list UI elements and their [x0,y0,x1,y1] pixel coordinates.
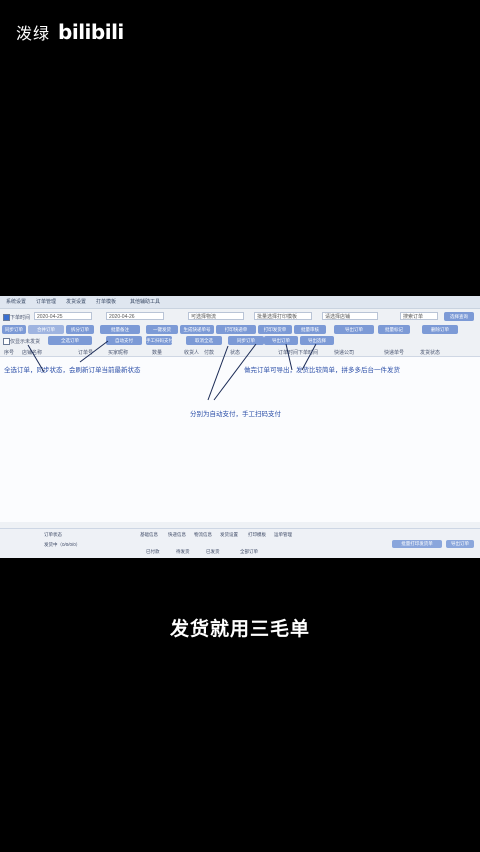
delete-orders-button[interactable]: 删除订单 [422,325,458,334]
col-paid[interactable]: 付款 [204,349,214,356]
filter-row: 下单时间 2020-04-25 2020-04-26 可选择物流 批量选择打印模… [0,312,480,322]
gen-tracking-button[interactable]: 生成快递单号 [180,325,214,334]
date-from-field[interactable]: 2020-04-25 [34,312,92,320]
manual-pay-button-a[interactable]: 手工扫码支付 [146,336,172,345]
annotation-export: 做完订单可导出，发货比较简单，拼多多后台一件发货 [244,367,400,374]
batch-mark-button[interactable]: 批量标记 [378,325,410,334]
tab-print-template[interactable]: 打印模板 [248,532,266,538]
col-buyer[interactable]: 买家昵称 [108,349,128,356]
export-selection-button[interactable]: 导出选择 [300,336,334,345]
col-receiver[interactable]: 收货人 [184,349,199,356]
orders-grid[interactable] [0,356,480,522]
batch-review-button[interactable]: 批量审核 [294,325,326,334]
col-courier[interactable]: 快递公司 [334,349,354,356]
one-click-ship-button[interactable]: 一键发货 [146,325,178,334]
col-order-no[interactable]: 订单号 [78,349,93,356]
filter-paid[interactable]: 已付款 [146,549,160,555]
menu-item-ship[interactable]: 发货设置 [66,298,86,305]
filter-pending[interactable]: 待发货 [176,549,190,555]
video-caption: 发货就用三毛单 [169,619,310,640]
split-orders-button[interactable]: 拆分订单 [66,325,94,334]
select-all-button[interactable]: 全选订单 [48,336,92,345]
toolbar-row-2: 仅显示未发货 全选订单 自动支付 手工扫码支付 取消全选 同步订单 导出订单 导… [0,336,480,346]
order-time-checkbox[interactable] [3,314,10,321]
filter-all[interactable]: 全部订单 [240,549,258,555]
menu-item-system[interactable]: 系统设置 [6,298,26,305]
menu-bar: 系统设置 订单管理 发货设置 打单模板 其他辅助工具 [0,296,480,309]
menu-item-tools[interactable]: 其他辅助工具 [130,298,160,305]
sync-orders-button[interactable]: 同步订单 [2,325,26,334]
search-input[interactable]: 搜索订单 [400,312,438,320]
export-orders-button-2[interactable]: 导出订单 [264,336,298,345]
unshipped-checkbox[interactable] [3,338,10,345]
deselect-all-button[interactable]: 取消全选 [186,336,222,345]
menu-item-orders[interactable]: 订单管理 [36,298,56,305]
auto-pay-button[interactable]: 自动支付 [106,336,142,345]
watermark-brand-cn: 泼绿 [16,26,51,43]
col-ship-status[interactable]: 发货状态 [420,349,440,356]
export-orders-button[interactable]: 导出订单 [334,325,374,334]
order-time-label: 下单时间 [10,315,31,321]
print-invoice-button[interactable]: 打印发货单 [258,325,292,334]
sync-orders-button-2[interactable]: 同步订单 [228,336,264,345]
col-index[interactable]: 序号 [4,349,14,356]
search-button[interactable]: 选择查询 [444,312,474,321]
app-screenshot: 系统设置 订单管理 发货设置 打单模板 其他辅助工具 下单时间 2020-04-… [0,296,480,558]
tab-basic[interactable]: 基础信息 [140,532,158,538]
print-express-button[interactable]: 打印快递单 [216,325,256,334]
unshipped-label: 仅显示未发货 [10,339,41,345]
order-status-label: 订单状态 [44,532,62,537]
column-header-row: 序号 店铺名称 订单号 买家昵称 数量 收货人 付款 状态 订单时间 下单时间 … [0,348,480,356]
shop-select[interactable]: 请选择店铺 [322,312,378,320]
col-place-time[interactable]: 下单时间 [298,349,318,356]
template-select[interactable]: 批量选择打印模板 [254,312,312,320]
watermark-logo: 泼绿 bilibili [16,20,124,44]
watermark-brand-logo: bilibili [58,20,124,44]
col-shop[interactable]: 店铺名称 [22,349,42,356]
bottom-panel: 订单状态 发货中（0/0/0/0） 基础信息 快递信息 物流信息 发货设置 打印… [0,528,480,558]
bottom-export-button[interactable]: 导出订单 [446,540,474,548]
col-tracking[interactable]: 快递单号 [384,349,404,356]
col-status[interactable]: 状态 [230,349,240,356]
shipping-count-label: 发货中（0/0/0/0） [44,542,81,547]
filter-shipped[interactable]: 已发货 [206,549,220,555]
merge-orders-button[interactable]: 合并订单 [28,325,64,334]
tab-express[interactable]: 快递信息 [168,532,186,538]
toolbar-row-1: 同步订单 合并订单 拆分订单 批量备注 一键发货 生成快递单号 打印快递单 打印… [0,325,480,335]
tab-logistics[interactable]: 物流信息 [194,532,212,538]
tab-ship-settings[interactable]: 发货设置 [220,532,238,538]
col-qty[interactable]: 数量 [152,349,162,356]
logistics-select[interactable]: 可选择物流 [188,312,244,320]
batch-print-invoice-button[interactable]: 批量打印发货单 [392,540,442,548]
col-order-time[interactable]: 订单时间 [278,349,298,356]
annotation-sync: 全选订单，同步状态，会刷新订单当前最新状态 [4,367,141,374]
annotation-pay: 分别为自动支付，手工扫码支付 [190,411,281,418]
menu-item-template[interactable]: 打单模板 [96,298,116,305]
date-to-field[interactable]: 2020-04-26 [106,312,164,320]
tab-waybill[interactable]: 运单管理 [274,532,292,538]
batch-note-button[interactable]: 批量备注 [100,325,140,334]
